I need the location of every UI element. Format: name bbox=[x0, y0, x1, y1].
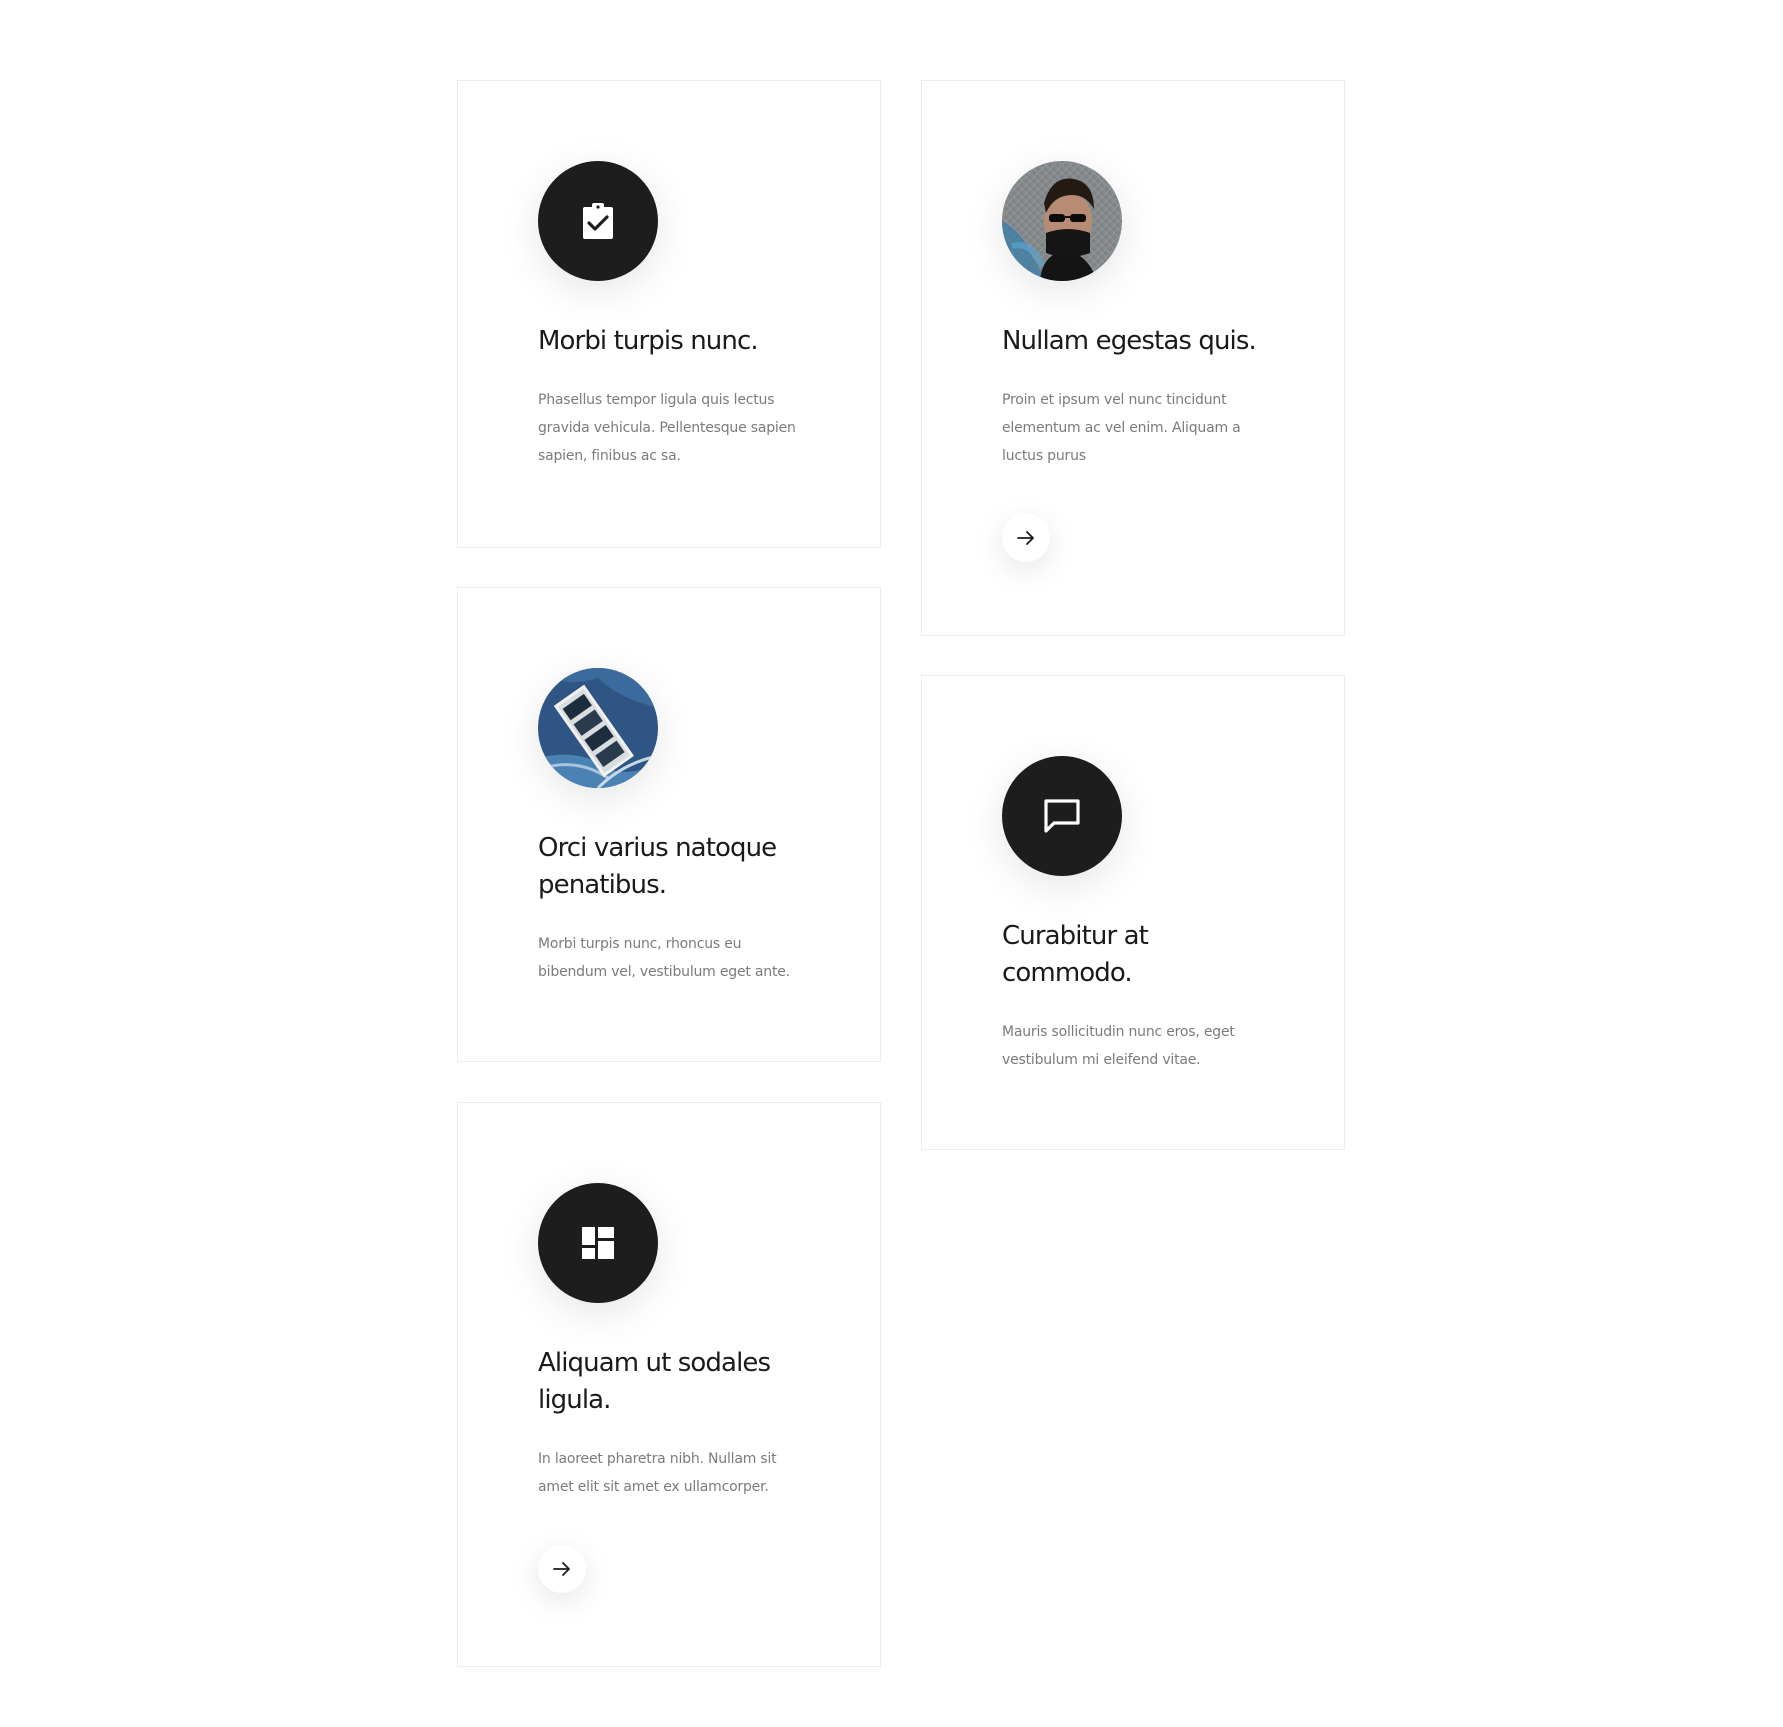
clipboard-check-icon bbox=[538, 161, 658, 281]
arrow-right-icon bbox=[1017, 531, 1034, 545]
read-more-button[interactable] bbox=[1002, 514, 1050, 562]
feature-card-1: Morbi turpis nunc. Phasellus tempor ligu… bbox=[457, 80, 881, 548]
card-title: Morbi turpis nunc. bbox=[538, 326, 759, 356]
person-photo bbox=[1002, 161, 1122, 281]
dashboard-icon bbox=[538, 1183, 658, 1303]
chat-bubble-icon bbox=[1002, 756, 1122, 876]
card-text: Phasellus tempor ligula quis lectus grav… bbox=[538, 392, 796, 464]
card-title: Aliquam ut sodales ligula. bbox=[538, 1348, 771, 1415]
feature-card-5: Aliquam ut sodales ligula. In laoreet ph… bbox=[457, 1102, 881, 1667]
feature-card-2: Nullam egestas quis. Proin et ipsum vel … bbox=[921, 80, 1345, 636]
card-text: Morbi turpis nunc, rhoncus eu bibendum v… bbox=[538, 936, 790, 980]
card-title: Curabitur at commodo. bbox=[1002, 921, 1149, 988]
card-title: Nullam egestas quis. bbox=[1002, 326, 1257, 356]
arrow-right-icon bbox=[553, 1562, 570, 1576]
card-text: Mauris sollicitudin nunc eros, eget vest… bbox=[1002, 1024, 1235, 1068]
aerial-photo bbox=[538, 668, 658, 788]
read-more-button[interactable] bbox=[538, 1545, 586, 1593]
card-text: In laoreet pharetra nibh. Nullam sit ame… bbox=[538, 1451, 777, 1495]
card-text: Proin et ipsum vel nunc tincidunt elemen… bbox=[1002, 392, 1241, 464]
feature-card-4: Curabitur at commodo. Mauris sollicitudi… bbox=[921, 675, 1345, 1150]
card-title: Orci varius natoque penatibus. bbox=[538, 833, 777, 900]
feature-card-3: Orci varius natoque penatibus. Morbi tur… bbox=[457, 587, 881, 1062]
